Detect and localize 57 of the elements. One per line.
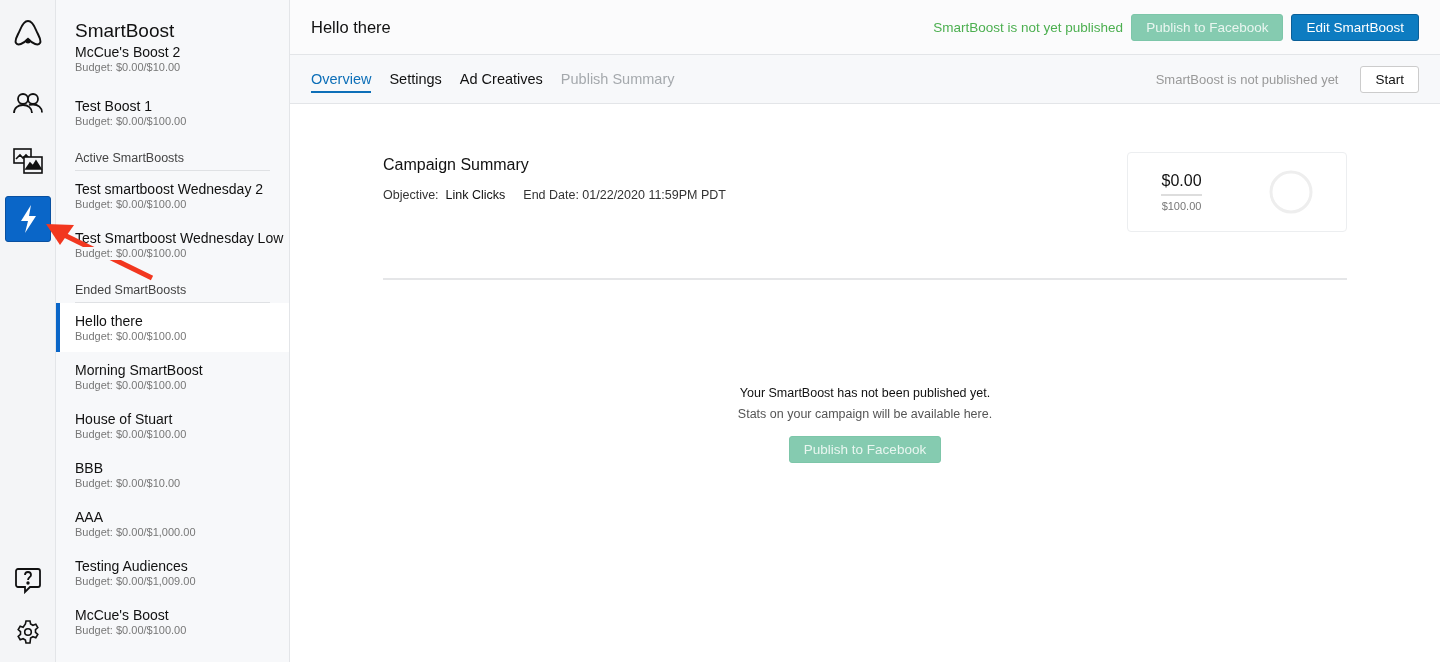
empty-state-text: Stats on your campaign will be available here.: [737, 407, 993, 421]
boost-list-item[interactable]: Morning SmartBoost Budget: $0.00/$100.00: [56, 352, 289, 401]
tab[interactable]: Overview: [311, 65, 372, 93]
boost-name: Hello there: [75, 312, 143, 330]
boost-list-item[interactable]: McCue's Boost Budget: $0.00/$100.00: [56, 597, 289, 646]
objective-text: Objective: Link Clicks: [383, 188, 506, 202]
boost-list-item[interactable]: BBB Budget: $0.00/$10.00: [56, 450, 289, 499]
budget-text: Budget: $0.00/$100.00: [75, 329, 187, 343]
budget-text: Budget: $0.00/$100.00: [75, 378, 187, 392]
boost-list-item[interactable]: Hello there Budget: $0.00/$100.00: [56, 303, 289, 352]
people-icon[interactable]: [12, 91, 43, 115]
boost-name: Morning SmartBoost: [75, 361, 203, 379]
tab[interactable]: Settings: [389, 65, 442, 93]
images-icon[interactable]: [12, 148, 43, 174]
publish-status: SmartBoost is not published yet: [1155, 71, 1339, 87]
boost-name: Testing Audiences: [75, 557, 188, 575]
boost-name: House of Stuart: [75, 410, 173, 428]
boost-name: McCue's Boost 2: [75, 44, 181, 61]
boost-list-item[interactable]: AAA Budget: $0.00/$1,000.00: [56, 499, 289, 548]
boost-list-item[interactable]: Testing Audiences Budget: $0.00/$1,009.00: [56, 548, 289, 597]
nav-button[interactable]: [4, 196, 51, 242]
empty-state-title: Your SmartBoost has not been published yet.: [739, 386, 991, 400]
boost-name: BBB: [75, 459, 103, 477]
settings-icon[interactable]: [15, 620, 40, 644]
budget-text: Budget: $0.00/$100.00: [75, 246, 187, 260]
boost-list-item[interactable]: House of Stuart Budget: $0.00/$100.00: [56, 401, 289, 450]
publish-status: SmartBoost is not yet published: [933, 19, 1124, 35]
budget-text: Budget: $0.00/$100.00: [75, 427, 187, 441]
logo-icon[interactable]: [12, 18, 43, 46]
boost-list-item[interactable]: Test smartboost Wednesday 2 Budget: $0.00/$100.00: [56, 171, 289, 220]
budget-amount: $100.00: [1161, 200, 1202, 212]
summary-title: Campaign Summary: [383, 156, 530, 174]
end-date-text: End Date: 01/22/2020 11:59PM PDT: [523, 188, 726, 202]
boost-name: Test Smartboost Wednesday Low: [75, 229, 284, 247]
boost-name: Test Boost 1: [75, 97, 153, 115]
section-heading: Active SmartBoosts: [75, 151, 270, 171]
boost-list-item[interactable]: Test Smartboost Wednesday Low Budget: $0.00/$100.00: [56, 220, 289, 269]
budget-text: Budget: $0.00/$10.00: [75, 61, 181, 74]
boost-list-item[interactable]: McCue's Boost 2 Budget: $0.00/$10.00: [56, 42, 289, 88]
budget-text: Budget: $0.00/$1,000.00: [75, 525, 196, 539]
budget-text: Budget: $0.00/$1,009.00: [75, 574, 196, 588]
boost-name: McCue's Boost: [75, 606, 169, 624]
boost-list-item[interactable]: Test Boost 1 Budget: $0.00/$100.00: [56, 88, 289, 137]
budget-text: Budget: $0.00/$10.00: [75, 476, 181, 490]
budget-text: Budget: $0.00/$100.00: [75, 114, 187, 128]
edit-button[interactable]: Edit SmartBoost: [1291, 13, 1419, 41]
budget-text: Budget: $0.00/$100.00: [75, 623, 187, 637]
boost-name: Test smartboost Wednesday 2: [75, 180, 264, 198]
spent-amount: $0.00: [1161, 172, 1202, 196]
help-icon[interactable]: [13, 566, 42, 594]
page-title: Hello there: [311, 17, 392, 37]
boost-name: AAA: [75, 508, 103, 526]
lightning-icon[interactable]: [18, 204, 37, 234]
budget-text: Budget: $0.00/$100.00: [75, 197, 187, 211]
start-button[interactable]: Start: [1360, 65, 1419, 93]
tab[interactable]: Ad Creatives: [459, 65, 543, 93]
sidebar-title: SmartBoost: [74, 19, 176, 42]
